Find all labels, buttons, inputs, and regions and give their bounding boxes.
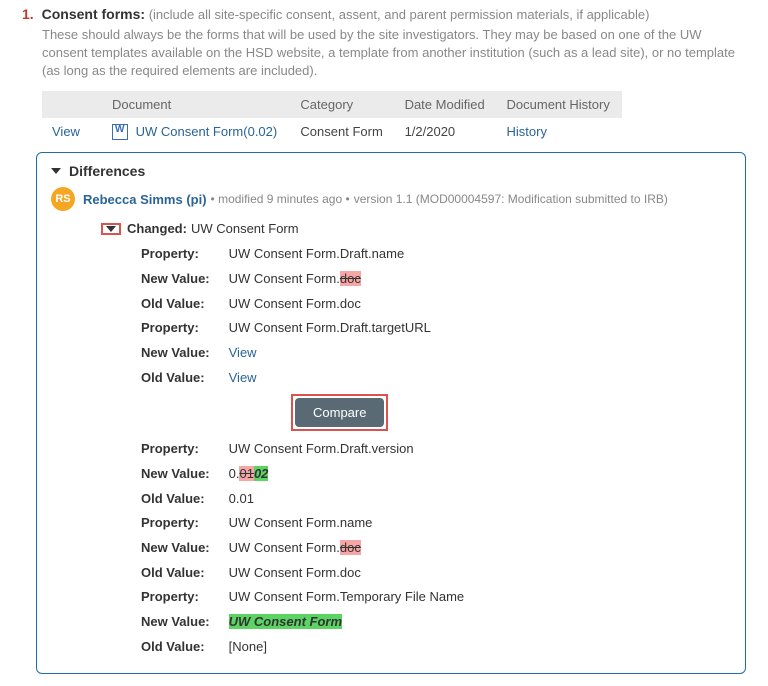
entry-value: UW Consent Form.Draft.version xyxy=(229,441,414,456)
diff-entry: Property: UW Consent Form.Temporary File… xyxy=(141,585,731,610)
entry-label: Property: xyxy=(141,437,225,462)
entry-value: UW Consent Form.doc xyxy=(229,565,361,580)
entry-link[interactable]: View xyxy=(229,345,257,360)
entry-value: UW Consent Form.Draft.name xyxy=(229,246,405,261)
word-icon xyxy=(112,124,128,140)
meta-version: version 1.1 (MOD00004597: Modification s… xyxy=(354,192,668,206)
avatar: RS xyxy=(51,187,75,211)
entry-value: UW Consent Form.doc xyxy=(229,271,361,286)
diff-entry: Property: UW Consent Form.Draft.version xyxy=(141,437,731,462)
cell-date: 1/2/2020 xyxy=(395,118,497,147)
col-document: Document xyxy=(102,91,290,118)
entry-label: Old Value: xyxy=(141,635,225,660)
section-description: These should always be the forms that wi… xyxy=(42,26,746,81)
entry-label: Old Value: xyxy=(141,487,225,512)
diff-entry: Old Value: View xyxy=(141,366,731,391)
author-name[interactable]: Rebecca Simms (pi) xyxy=(83,192,207,207)
entry-value: [None] xyxy=(229,639,267,654)
diff-entry: Old Value: [None] xyxy=(141,635,731,660)
author-row: RS Rebecca Simms (pi) • modified 9 minut… xyxy=(51,187,731,211)
diff-entry: Old Value: UW Consent Form.doc xyxy=(141,292,731,317)
section-title: Consent forms: xyxy=(42,6,145,22)
diff-entry: New Value: 0.0102 xyxy=(141,462,731,487)
changed-label: Changed: xyxy=(127,221,187,236)
section-number: 1. xyxy=(22,6,38,22)
entry-value: UW Consent Form.Draft.targetURL xyxy=(229,320,431,335)
compare-button[interactable]: Compare xyxy=(295,398,384,427)
entry-value: UW Consent Form.name xyxy=(229,515,373,530)
diff-entry: Property: UW Consent Form.Draft.targetUR… xyxy=(141,316,731,341)
entry-label: New Value: xyxy=(141,462,225,487)
col-history: Document History xyxy=(497,91,622,118)
entry-label: New Value: xyxy=(141,610,225,635)
diff-entry: Property: UW Consent Form.Draft.name xyxy=(141,242,731,267)
entry-label: New Value: xyxy=(141,267,225,292)
cell-category: Consent Form xyxy=(290,118,394,147)
entry-value: UW Consent Form.Temporary File Name xyxy=(229,589,465,604)
entry-label: Old Value: xyxy=(141,292,225,317)
entry-value: 0.01 xyxy=(229,491,254,506)
entry-link[interactable]: View xyxy=(229,370,257,385)
entry-value: UW Consent Form xyxy=(229,614,342,629)
collapse-icon[interactable] xyxy=(51,168,61,174)
diff-entry: New Value: UW Consent Form.doc xyxy=(141,536,731,561)
meta-modified: • modified 9 minutes ago • xyxy=(211,192,350,206)
entry-value: 0.0102 xyxy=(229,466,269,481)
entry-label: Property: xyxy=(141,585,225,610)
diff-entry: New Value: UW Consent Form.doc xyxy=(141,267,731,292)
diff-entry: Old Value: 0.01 xyxy=(141,487,731,512)
section-header: 1. Consent forms: (include all site-spec… xyxy=(22,6,746,22)
entry-label: Property: xyxy=(141,316,225,341)
col-date: Date Modified xyxy=(395,91,497,118)
entry-label: Old Value: xyxy=(141,561,225,586)
document-name-link[interactable]: UW Consent Form(0.02) xyxy=(136,124,278,139)
entry-label: Property: xyxy=(141,511,225,536)
diff-entry: Property: UW Consent Form.name xyxy=(141,511,731,536)
entry-value: UW Consent Form.doc xyxy=(229,540,361,555)
view-link[interactable]: View xyxy=(52,124,80,139)
diff-entry: New Value: UW Consent Form xyxy=(141,610,731,635)
changed-item: UW Consent Form xyxy=(191,221,299,236)
expand-highlight xyxy=(101,223,121,235)
history-link[interactable]: History xyxy=(507,124,547,139)
differences-panel: Differences RS Rebecca Simms (pi) • modi… xyxy=(36,152,746,674)
entry-label: Old Value: xyxy=(141,366,225,391)
documents-table: Document Category Date Modified Document… xyxy=(42,91,622,147)
compare-highlight: Compare xyxy=(291,394,388,431)
diff-entry: Old Value: UW Consent Form.doc xyxy=(141,561,731,586)
differences-title: Differences xyxy=(69,163,145,179)
entry-label: New Value: xyxy=(141,341,225,366)
changed-row: Changed: UW Consent Form xyxy=(101,221,731,236)
entry-label: New Value: xyxy=(141,536,225,561)
table-row: View UW Consent Form(0.02) Consent Form … xyxy=(42,118,622,147)
entry-value: UW Consent Form.doc xyxy=(229,296,361,311)
section-subtitle: (include all site-specific consent, asse… xyxy=(149,7,650,22)
col-category: Category xyxy=(290,91,394,118)
entry-label: Property: xyxy=(141,242,225,267)
diff-details: Property: UW Consent Form.Draft.nameNew … xyxy=(141,242,731,659)
chevron-down-icon[interactable] xyxy=(106,226,116,232)
diff-entry: New Value: View xyxy=(141,341,731,366)
